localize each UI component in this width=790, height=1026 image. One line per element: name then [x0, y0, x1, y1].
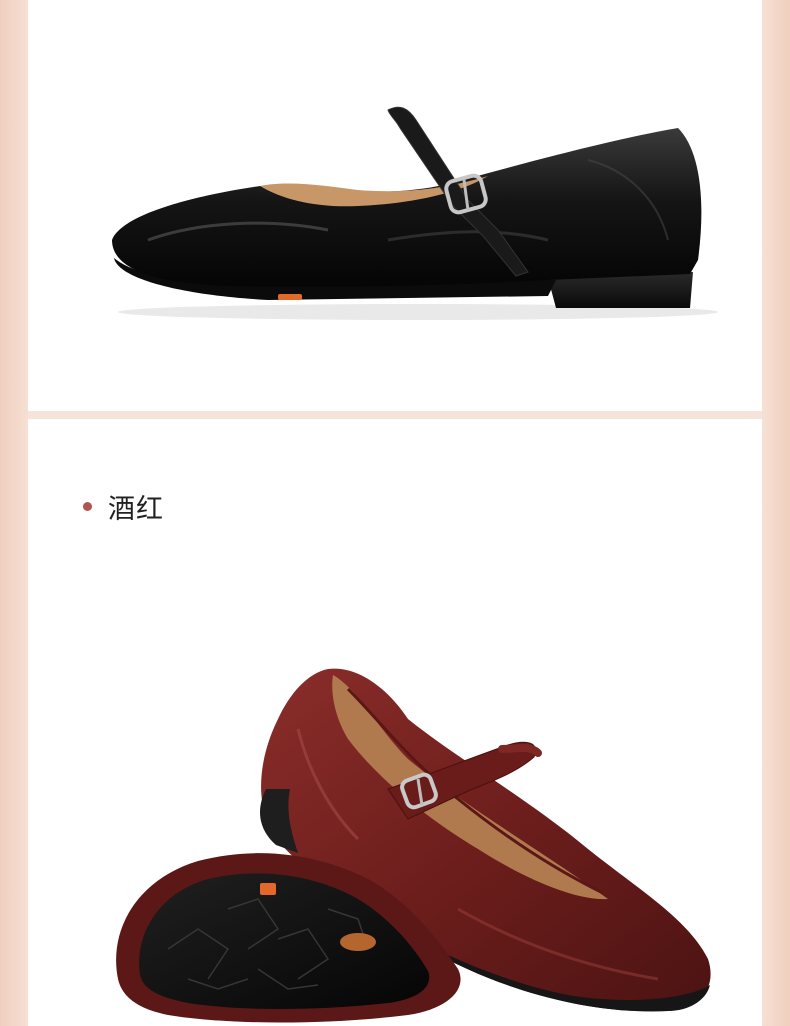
black-shoe-image [112, 106, 718, 320]
product-photo-black [28, 0, 762, 411]
product-photo-wine-red: 酒红 [28, 419, 762, 1026]
color-variant-label: 酒红 [108, 494, 164, 525]
left-margin [0, 0, 28, 1026]
section-divider [28, 411, 762, 419]
wine-red-shoe-pair-image [116, 668, 711, 1023]
color-label-row: 酒红 [83, 487, 164, 526]
right-margin [762, 0, 790, 1026]
bullet-dot-icon [83, 502, 92, 511]
